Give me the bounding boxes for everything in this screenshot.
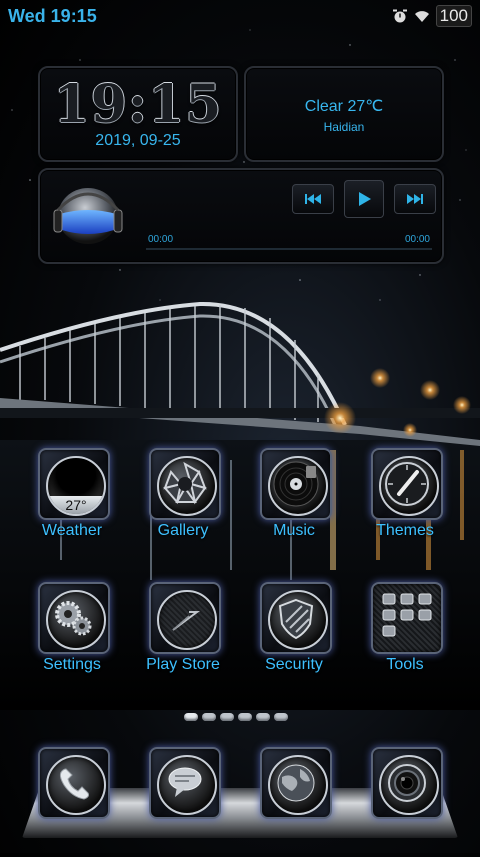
elapsed-time: 00:00 (148, 234, 174, 245)
globe-icon (268, 755, 328, 815)
app-gallery[interactable]: Gallery (131, 448, 241, 558)
skip-previous-icon (305, 194, 321, 204)
page-dot[interactable] (184, 713, 198, 721)
app-settings[interactable]: Settings (20, 582, 130, 692)
clock-time: 19:15 (53, 74, 223, 135)
weather-icon: 27° (46, 456, 106, 516)
gears-icon (46, 590, 106, 650)
dock-messages[interactable] (131, 747, 241, 857)
battery-level: 100 (435, 5, 472, 27)
page-indicator[interactable] (184, 713, 288, 721)
dock-phone[interactable] (20, 747, 130, 857)
app-themes[interactable]: Themes (353, 448, 463, 558)
play-store-icon (157, 590, 217, 650)
phone-handset-icon (46, 755, 106, 815)
page-dot[interactable] (256, 713, 270, 721)
page-dot[interactable] (202, 713, 216, 721)
clock-widget[interactable]: 19:15 2019, 09-25 (38, 66, 238, 162)
music-player-logo-icon[interactable] (48, 176, 128, 256)
page-dot[interactable] (274, 713, 288, 721)
play-button[interactable] (344, 180, 384, 218)
app-label: Music (273, 522, 315, 539)
previous-track-button[interactable] (292, 184, 334, 214)
weather-temp-badge: 27° (48, 496, 104, 514)
status-icons: 100 (392, 5, 472, 27)
app-label: Play Store (146, 656, 220, 673)
app-tools[interactable]: Tools (353, 582, 463, 692)
app-music[interactable]: Music (242, 448, 352, 558)
vinyl-record-icon (268, 456, 328, 516)
alarm-icon (392, 9, 407, 23)
dock-camera[interactable] (353, 747, 463, 857)
wifi-icon (414, 11, 429, 22)
camera-lens-icon (379, 755, 439, 815)
weather-location: Haidian (323, 120, 365, 134)
app-label: Security (265, 656, 323, 673)
clock-date: 2019, 09-25 (95, 132, 181, 149)
music-widget: 00:00 00:00 (38, 168, 444, 264)
app-play-store[interactable]: Play Store (131, 582, 241, 692)
weather-condition: Clear 27℃ (304, 98, 384, 115)
page-dot[interactable] (220, 713, 234, 721)
total-time: 00:00 (404, 234, 430, 245)
skip-next-icon (407, 194, 423, 204)
app-label: Tools (386, 656, 424, 673)
shield-icon (268, 590, 328, 650)
app-security[interactable]: Security (242, 582, 352, 692)
tools-grid-icon (379, 590, 435, 646)
camera-aperture-icon (157, 456, 217, 516)
page-dot[interactable] (238, 713, 252, 721)
status-bar: Wed 19:15 100 (0, 0, 480, 32)
next-track-button[interactable] (394, 184, 436, 214)
weather-widget[interactable]: Clear 27℃ Haidian (244, 66, 444, 162)
clock-brush-icon (379, 456, 439, 516)
app-label: Weather (41, 522, 103, 539)
dock-browser[interactable] (242, 747, 352, 857)
app-label: Gallery (157, 522, 209, 539)
app-label: Themes (376, 522, 434, 539)
status-time: Wed 19:15 (8, 6, 97, 26)
track-progress-bar[interactable] (146, 248, 432, 250)
play-icon (359, 192, 371, 206)
app-label: Settings (43, 656, 101, 673)
message-bubble-icon (157, 755, 217, 815)
app-weather[interactable]: 27° Weather (20, 448, 130, 558)
